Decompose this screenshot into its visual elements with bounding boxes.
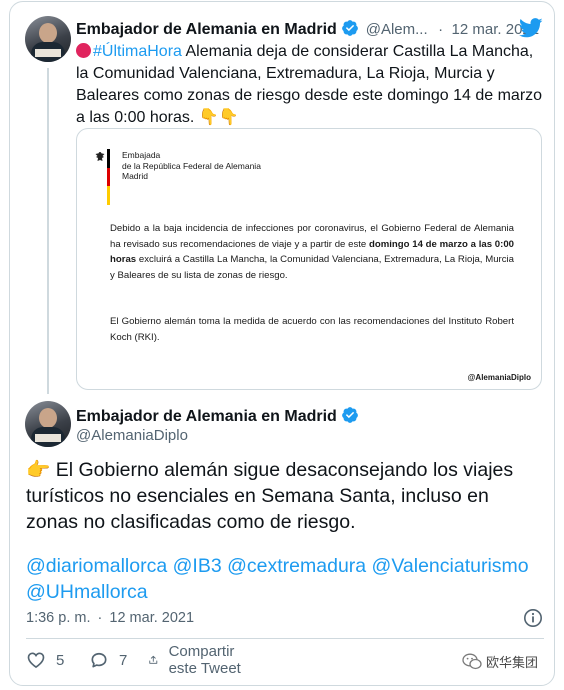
embassy-letterhead: Embajada de la República Federal de Alem… xyxy=(122,150,261,182)
timestamp-separator: · xyxy=(97,610,103,626)
reply-bubble-icon xyxy=(91,652,107,668)
mention-link[interactable]: @diariomallorca xyxy=(26,555,167,577)
mention-link[interactable]: @UHmallorca xyxy=(26,581,148,603)
info-icon[interactable] xyxy=(523,608,543,628)
attached-document-image[interactable]: Embajada de la República Federal de Alem… xyxy=(76,128,542,390)
heart-icon xyxy=(27,652,45,669)
reply-count: 7 xyxy=(119,651,128,669)
pointing-down-emoji: 👇👇 xyxy=(198,109,239,126)
parent-author-name[interactable]: Embajador de Alemania en Madrid xyxy=(76,21,337,38)
mention-link[interactable]: @cextremadura xyxy=(227,555,366,577)
wechat-logo-icon xyxy=(462,653,482,670)
tweet-timestamp[interactable]: 1:36 p. m. · 12 mar. 2021 xyxy=(26,610,194,626)
parent-avatar[interactable] xyxy=(25,16,71,62)
pointing-right-emoji: 👉 xyxy=(26,459,51,481)
flag-black xyxy=(107,149,110,168)
parent-tweet-text: #ÚltimaHora Alemania deja de considerar … xyxy=(76,41,546,129)
divider xyxy=(26,638,544,639)
share-upload-icon xyxy=(149,655,158,664)
main-header: Embajador de Alemania en Madrid xyxy=(76,406,359,426)
verified-badge-icon xyxy=(342,20,359,36)
main-handle[interactable]: @AlemaniaDiplo xyxy=(76,427,188,444)
mentions-list: @diariomallorca @IB3 @cextremadura @Vale… xyxy=(26,553,536,605)
hashtag-link[interactable]: #ÚltimaHora xyxy=(93,43,182,60)
like-count: 5 xyxy=(56,651,65,669)
verified-badge-icon xyxy=(342,407,359,423)
mention-link[interactable]: @IB3 xyxy=(173,555,222,577)
main-tweet-text: 👉 El Gobierno alemán sigue desaconsejand… xyxy=(26,457,536,535)
german-flag-bar xyxy=(107,149,110,205)
tweet-time[interactable]: 1:36 p. m. xyxy=(26,610,90,626)
document-paragraph-1: Debido a la baja incidencia de infeccion… xyxy=(110,221,514,283)
thread-line xyxy=(47,68,49,394)
document-paragraph-2: El Gobierno alemán toma la medida de acu… xyxy=(110,316,514,343)
reply-button[interactable]: 7 xyxy=(89,649,127,671)
watermark: 欧华集团 xyxy=(462,652,538,671)
tweet-date[interactable]: 12 mar. 2021 xyxy=(109,610,194,626)
flag-red xyxy=(107,167,110,187)
letterhead-line-3: Madrid xyxy=(122,171,148,181)
german-eagle-icon xyxy=(95,152,105,161)
red-circle-icon xyxy=(76,43,91,58)
like-button[interactable]: 5 xyxy=(26,649,64,671)
flag-gold xyxy=(107,186,110,205)
watermark-text: 欧华集团 xyxy=(486,655,539,670)
letterhead-line-2: de la República Federal de Alemania xyxy=(122,160,261,171)
share-button[interactable]: Compartir este Tweet xyxy=(148,643,244,677)
twitter-bird-icon[interactable] xyxy=(519,18,543,38)
document-signature: @AlemaniaDiplo xyxy=(467,373,531,382)
share-label: Compartir este Tweet xyxy=(168,643,241,677)
letterhead-line-1: Embajada xyxy=(122,150,161,160)
main-avatar[interactable] xyxy=(25,401,71,447)
parent-date-separator: · xyxy=(438,21,444,38)
doc-p1-end: excluirá a Castilla La Mancha, la Comuni… xyxy=(110,254,514,281)
main-author-name[interactable]: Embajador de Alemania en Madrid xyxy=(76,408,337,425)
parent-header: Embajador de Alemania en Madrid @Alem...… xyxy=(76,19,539,39)
mention-link[interactable]: @Valenciaturismo xyxy=(372,555,529,577)
parent-handle[interactable]: @Alem... xyxy=(366,21,428,38)
main-tweet-body: El Gobierno alemán sigue desaconsejando … xyxy=(26,459,514,533)
